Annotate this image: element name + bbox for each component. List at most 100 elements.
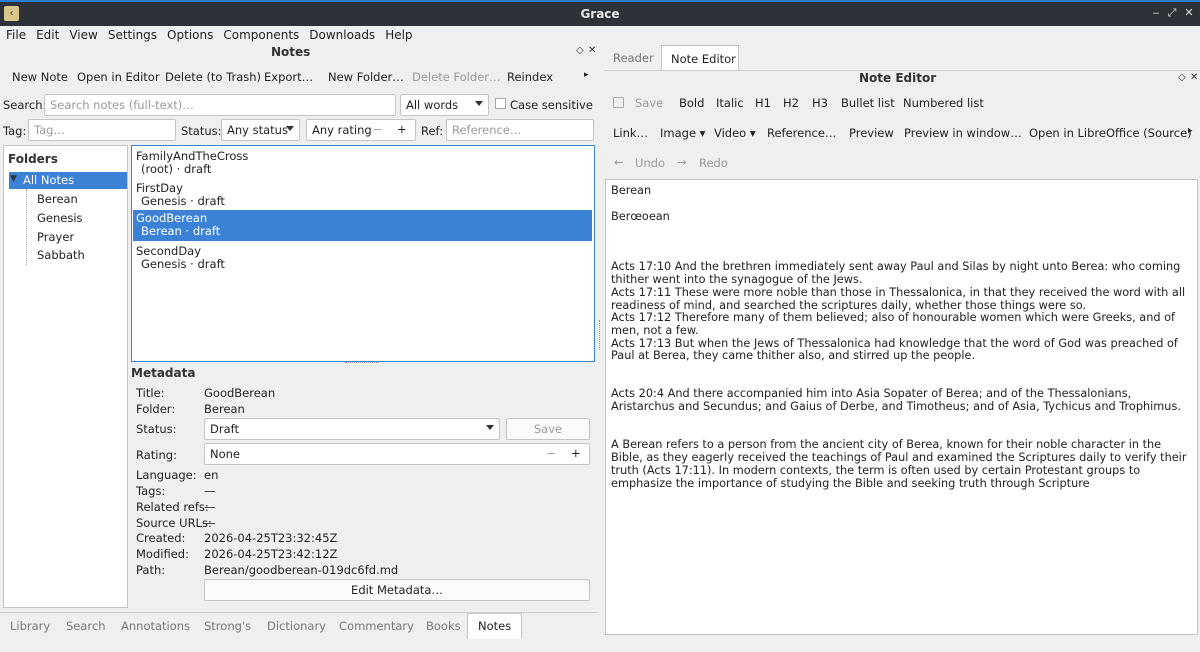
meta-modified-label: Modified: xyxy=(136,547,189,561)
folder-item-sabbath[interactable]: Sabbath xyxy=(37,248,85,262)
tab-books[interactable]: Books xyxy=(426,619,461,633)
meta-path-value: Berean/goodberean-019dc6fd.md xyxy=(204,563,399,577)
tab-note-editor[interactable]: Note Editor xyxy=(661,45,739,71)
list-item[interactable]: FamilyAndTheCross (root) · draft xyxy=(133,148,592,179)
h3-button[interactable]: H3 xyxy=(812,96,828,110)
meta-rating-increment[interactable]: + xyxy=(571,446,581,460)
chevron-down-icon xyxy=(286,126,294,131)
chevron-down-icon xyxy=(475,101,483,106)
case-sensitive-checkbox[interactable] xyxy=(495,98,506,109)
menu-help[interactable]: Help xyxy=(380,26,417,44)
note-editor-textarea[interactable]: Berean Berœoean Acts 17:10 And the breth… xyxy=(605,179,1198,635)
folders-tree: Folders ▼ All Notes Berean Genesis Praye… xyxy=(3,145,128,608)
tag-input[interactable]: Tag… xyxy=(28,119,176,141)
expand-arrow-icon[interactable]: ▼ xyxy=(10,174,17,184)
tab-dictionary[interactable]: Dictionary xyxy=(267,619,326,633)
meta-tags-label: Tags: xyxy=(136,484,166,498)
undo-button[interactable]: Undo xyxy=(635,156,665,170)
menu-components[interactable]: Components xyxy=(218,26,304,44)
meta-rating-label: Rating: xyxy=(136,448,177,462)
meta-rating-spinbox[interactable]: None xyxy=(204,443,590,465)
tab-reader[interactable]: Reader xyxy=(613,51,654,65)
list-item-selected[interactable]: GoodBerean Berean · draft xyxy=(133,210,592,241)
toolbar-overflow-icon[interactable]: ▸ xyxy=(584,70,589,80)
folder-item-berean[interactable]: Berean xyxy=(37,192,78,206)
tab-notes[interactable]: Notes xyxy=(467,613,523,639)
menu-file[interactable]: File xyxy=(0,26,31,44)
close-icon[interactable]: ✕ xyxy=(1181,6,1197,19)
preview-button[interactable]: Preview xyxy=(849,126,894,140)
editor-toolbar-overflow-icon[interactable]: ▸ xyxy=(1188,126,1193,136)
menu-bar: File Edit View Settings Options Components Dow… xyxy=(0,26,1200,45)
folder-item-all-notes[interactable]: ▼ All Notes xyxy=(9,172,127,189)
new-note-button[interactable]: New Note xyxy=(12,70,68,84)
bottom-tab-bar: Library Search Annotations Strong's Dict… xyxy=(0,612,598,639)
float-icon[interactable]: ◇ xyxy=(576,45,584,56)
note-sub: Berean · draft xyxy=(141,224,221,238)
list-item[interactable]: SecondDay Genesis · draft xyxy=(133,243,592,274)
search-mode-select[interactable]: All words xyxy=(400,94,489,116)
case-sensitive-label: Case sensitive xyxy=(510,98,593,112)
editor-float-icon[interactable]: ◇ xyxy=(1178,72,1186,83)
maximize-icon[interactable]: ⤢ xyxy=(1164,6,1180,20)
menu-downloads[interactable]: Downloads xyxy=(304,26,380,44)
meta-rating-decrement[interactable]: − xyxy=(546,446,556,460)
numbered-list-button[interactable]: Numbered list xyxy=(903,96,984,110)
meta-status-select[interactable]: Draft xyxy=(204,418,500,440)
rating-decrement-button[interactable]: − xyxy=(373,122,383,136)
menu-settings[interactable]: Settings xyxy=(103,26,162,44)
tab-commentary[interactable]: Commentary xyxy=(339,619,414,633)
folder-item-genesis[interactable]: Genesis xyxy=(37,211,83,225)
video-button[interactable]: Video ▾ xyxy=(714,126,756,140)
meta-folder-value: Berean xyxy=(204,402,245,416)
save-metadata-button[interactable]: Save Metadata xyxy=(506,418,590,456)
delete-folder-button[interactable]: Delete Folder… xyxy=(412,70,500,84)
reference-button[interactable]: Reference… xyxy=(767,126,836,140)
splitter-handle[interactable] xyxy=(345,362,379,365)
tab-library[interactable]: Library xyxy=(10,619,50,633)
minimize-icon[interactable]: ‒ xyxy=(1148,6,1164,19)
export-button[interactable]: Export… xyxy=(264,70,313,84)
status-filter-select[interactable]: Any status xyxy=(221,119,300,141)
close-panel-icon[interactable]: ✕ xyxy=(588,45,596,56)
meta-status-label: Status: xyxy=(136,422,177,436)
open-in-libreoffice-button[interactable]: Open in LibreOffice (Source) xyxy=(1029,126,1192,140)
rating-filter-value: Any rating xyxy=(312,123,372,137)
redo-button[interactable]: Redo xyxy=(699,156,728,170)
note-sub: Genesis · draft xyxy=(141,257,225,271)
edit-metadata-button[interactable]: Edit Metadata… xyxy=(204,579,590,601)
ref-label: Ref: xyxy=(421,124,444,138)
meta-created-value: 2026-04-25T23:32:45Z xyxy=(204,531,338,545)
new-folder-button[interactable]: New Folder… xyxy=(328,70,404,84)
vertical-splitter[interactable] xyxy=(599,320,602,350)
open-in-editor-button[interactable]: Open in Editor xyxy=(77,70,160,84)
list-item[interactable]: FirstDay Genesis · draft xyxy=(133,180,592,211)
preview-in-window-button[interactable]: Preview in window… xyxy=(904,126,1022,140)
folder-item-prayer[interactable]: Prayer xyxy=(37,230,74,244)
undo-icon: ← xyxy=(614,155,624,169)
image-button[interactable]: Image ▾ xyxy=(660,126,705,140)
italic-button[interactable]: Italic xyxy=(716,96,744,110)
tab-strongs[interactable]: Strong's xyxy=(204,619,251,633)
save-icon xyxy=(613,97,624,108)
bold-button[interactable]: Bold xyxy=(679,96,704,110)
menu-view[interactable]: View xyxy=(64,26,102,44)
editor-close-icon[interactable]: ✕ xyxy=(1190,72,1198,83)
save-button[interactable]: Save xyxy=(635,96,663,110)
delete-note-button[interactable]: Delete (to Trash) xyxy=(165,70,261,84)
h1-button[interactable]: H1 xyxy=(755,96,771,110)
rating-increment-button[interactable]: + xyxy=(397,122,407,136)
h2-button[interactable]: H2 xyxy=(783,96,799,110)
note-sub: (root) · draft xyxy=(141,162,212,176)
menu-options[interactable]: Options xyxy=(162,26,218,44)
menu-edit[interactable]: Edit xyxy=(31,26,64,44)
bullet-list-button[interactable]: Bullet list xyxy=(841,96,895,110)
tab-annotations[interactable]: Annotations xyxy=(121,619,190,633)
search-input[interactable]: Search notes (full-text)… xyxy=(44,94,396,116)
status-filter-value: Any status xyxy=(227,123,288,137)
reindex-button[interactable]: Reindex xyxy=(507,70,553,84)
reference-input[interactable]: Reference… xyxy=(446,119,594,141)
link-button[interactable]: Link… xyxy=(613,126,648,140)
tab-search[interactable]: Search xyxy=(66,619,106,633)
meta-sources-label: Source URLs: xyxy=(136,516,212,530)
